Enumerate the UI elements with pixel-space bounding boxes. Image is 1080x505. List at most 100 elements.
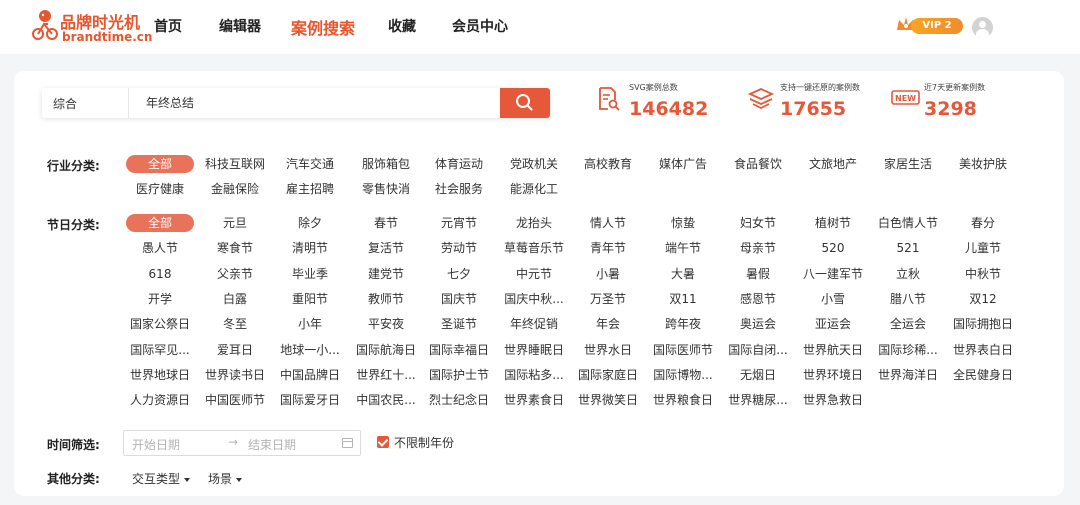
filter-tag[interactable]: 国庆节 — [421, 290, 497, 308]
filter-tag[interactable]: 服饰箱包 — [348, 155, 424, 173]
filter-tag[interactable]: 社会服务 — [421, 180, 497, 198]
filter-tag[interactable]: 大暑 — [645, 265, 721, 283]
filter-tag[interactable]: 医疗健康 — [122, 180, 198, 198]
filter-tag[interactable]: 世界读书日 — [197, 366, 273, 384]
filter-tag[interactable]: 高校教育 — [570, 155, 646, 173]
filter-tag[interactable]: 奥运会 — [720, 315, 796, 333]
filter-tag[interactable]: 世界水日 — [570, 341, 646, 359]
search-category-select[interactable]: 综合 — [53, 95, 77, 112]
filter-tag[interactable]: 世界糖尿... — [720, 391, 796, 409]
filter-tag[interactable]: 立秋 — [870, 265, 946, 283]
unlimited-year-checkbox[interactable] — [377, 436, 389, 448]
filter-tag[interactable]: 国际珍稀... — [870, 341, 946, 359]
filter-tag[interactable]: 国际博物... — [645, 366, 721, 384]
filter-tag[interactable]: 春节 — [348, 214, 424, 232]
filter-tag[interactable]: 妇女节 — [720, 214, 796, 232]
filter-tag[interactable]: 媒体广告 — [645, 155, 721, 173]
filter-tag[interactable]: 除夕 — [272, 214, 348, 232]
filter-tag[interactable]: 年终促销 — [496, 315, 572, 333]
filter-tag[interactable]: 双12 — [945, 290, 1021, 308]
filter-tag[interactable]: 国庆中秋... — [496, 290, 572, 308]
filter-tag[interactable]: 世界地球日 — [122, 366, 198, 384]
nav-member-center[interactable]: 会员中心 — [452, 16, 508, 36]
filter-tag[interactable]: 美妆护肤 — [945, 155, 1021, 173]
filter-tag[interactable]: 毕业季 — [272, 265, 348, 283]
filter-tag[interactable]: 寒食节 — [197, 239, 273, 257]
filter-tag[interactable]: 中秋节 — [945, 265, 1021, 283]
filter-tag[interactable]: 汽车交通 — [272, 155, 348, 173]
filter-tag[interactable]: 地球一小... — [272, 341, 348, 359]
filter-tag[interactable]: 世界微笑日 — [570, 391, 646, 409]
filter-tag[interactable]: 中元节 — [496, 265, 572, 283]
filter-tag[interactable]: 国际自闭... — [720, 341, 796, 359]
filter-tag[interactable]: 国际罕见... — [122, 341, 198, 359]
filter-tag[interactable]: 爱耳日 — [197, 341, 273, 359]
date-start-input[interactable]: 开始日期 — [132, 436, 180, 453]
filter-tag[interactable]: 建党节 — [348, 265, 424, 283]
filter-tag[interactable]: 八一建军节 — [795, 265, 871, 283]
filter-tag[interactable]: 世界航天日 — [795, 341, 871, 359]
filter-tag[interactable]: 元宵节 — [421, 214, 497, 232]
filter-tag[interactable]: 情人节 — [570, 214, 646, 232]
tag-all[interactable]: 全部 — [126, 155, 194, 173]
nav-home[interactable]: 首页 — [154, 16, 182, 36]
filter-tag[interactable]: 跨年夜 — [645, 315, 721, 333]
date-end-input[interactable]: 结束日期 — [248, 436, 296, 453]
filter-tag[interactable]: 国家公祭日 — [122, 315, 198, 333]
filter-tag[interactable]: 清明节 — [272, 239, 348, 257]
filter-tag[interactable]: 万圣节 — [570, 290, 646, 308]
filter-tag[interactable]: 国际家庭日 — [570, 366, 646, 384]
filter-tag[interactable]: 科技互联网 — [197, 155, 273, 173]
filter-tag[interactable]: 感恩节 — [720, 290, 796, 308]
interaction-type-dropdown[interactable]: 交互类型 — [132, 470, 191, 487]
filter-tag[interactable]: 重阳节 — [272, 290, 348, 308]
filter-tag[interactable]: 零售快消 — [348, 180, 424, 198]
filter-tag[interactable]: 教师节 — [348, 290, 424, 308]
filter-tag[interactable]: 小雪 — [795, 290, 871, 308]
filter-tag[interactable]: 青年节 — [570, 239, 646, 257]
filter-tag[interactable]: 烈士纪念日 — [421, 391, 497, 409]
filter-tag[interactable]: 世界素食日 — [496, 391, 572, 409]
filter-tag[interactable]: 惊蛰 — [645, 214, 721, 232]
filter-tag[interactable]: 中国品牌日 — [272, 366, 348, 384]
filter-tag[interactable]: 党政机关 — [496, 155, 572, 173]
filter-tag[interactable]: 儿童节 — [945, 239, 1021, 257]
search-button[interactable] — [500, 88, 550, 118]
filter-tag[interactable]: 金融保险 — [197, 180, 273, 198]
filter-tag[interactable]: 中国农民... — [348, 391, 424, 409]
nav-case-search[interactable]: 案例搜索 — [291, 15, 355, 39]
filter-tag[interactable]: 暑假 — [720, 265, 796, 283]
filter-tag[interactable]: 劳动节 — [421, 239, 497, 257]
filter-tag[interactable]: 亚运会 — [795, 315, 871, 333]
filter-tag[interactable]: 圣诞节 — [421, 315, 497, 333]
filter-tag[interactable]: 七夕 — [421, 265, 497, 283]
filter-tag[interactable]: 国际医师节 — [645, 341, 721, 359]
user-avatar[interactable] — [972, 17, 993, 38]
filter-tag[interactable]: 家居生活 — [870, 155, 946, 173]
filter-tag[interactable]: 双11 — [645, 290, 721, 308]
filter-tag[interactable]: 国际护士节 — [421, 366, 497, 384]
filter-tag[interactable]: 食品餐饮 — [720, 155, 796, 173]
filter-tag[interactable]: 龙抬头 — [496, 214, 572, 232]
filter-tag[interactable]: 国际航海日 — [348, 341, 424, 359]
filter-tag[interactable]: 冬至 — [197, 315, 273, 333]
filter-tag[interactable]: 520 — [795, 239, 871, 257]
filter-tag[interactable]: 雇主招聘 — [272, 180, 348, 198]
scene-dropdown[interactable]: 场景 — [208, 470, 243, 487]
filter-tag[interactable]: 白露 — [197, 290, 273, 308]
filter-tag[interactable]: 端午节 — [645, 239, 721, 257]
nav-editor[interactable]: 编辑器 — [219, 16, 261, 36]
filter-tag[interactable]: 腊八节 — [870, 290, 946, 308]
filter-tag[interactable]: 年会 — [570, 315, 646, 333]
filter-tag[interactable]: 平安夜 — [348, 315, 424, 333]
filter-tag[interactable]: 人力资源日 — [122, 391, 198, 409]
date-range-picker[interactable]: 开始日期 → 结束日期 — [123, 430, 361, 456]
filter-tag[interactable]: 母亲节 — [720, 239, 796, 257]
filter-tag[interactable]: 小年 — [272, 315, 348, 333]
filter-tag[interactable]: 无烟日 — [720, 366, 796, 384]
vip-badge[interactable]: VIP 2 — [895, 14, 965, 36]
filter-tag[interactable]: 元旦 — [197, 214, 273, 232]
search-input[interactable] — [146, 95, 526, 109]
brand-logo[interactable]: 品牌时光机 brandtime.cn — [30, 6, 152, 46]
filter-tag[interactable]: 世界粮食日 — [645, 391, 721, 409]
